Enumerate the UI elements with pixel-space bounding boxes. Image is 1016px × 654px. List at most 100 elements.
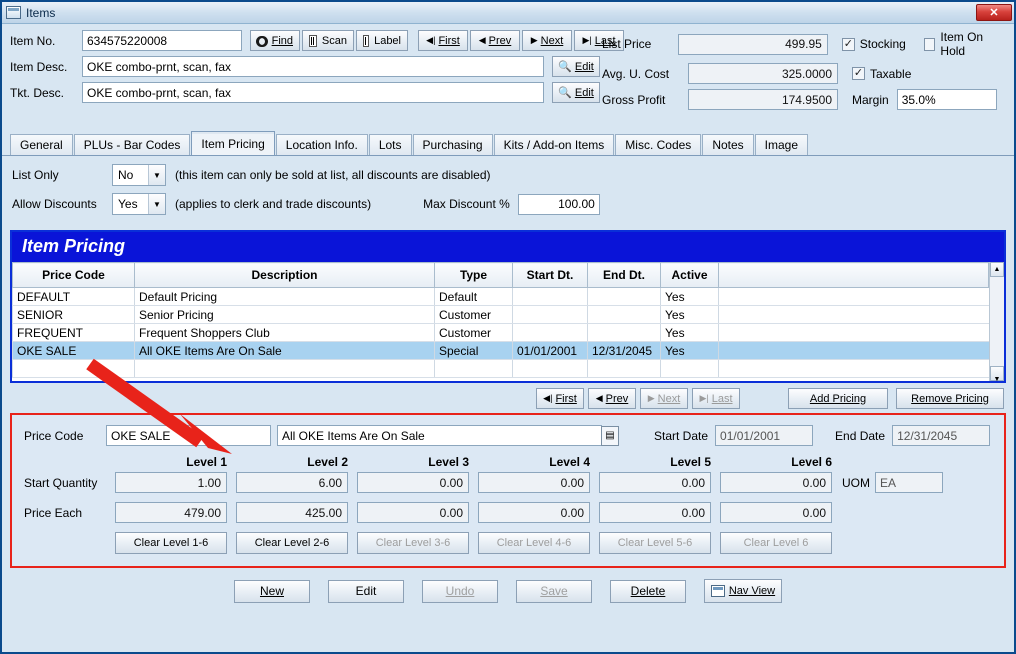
grid-first-button[interactable]: ◀| First xyxy=(536,388,584,409)
cell-blank xyxy=(718,287,989,306)
price-each-level-5[interactable] xyxy=(599,502,711,523)
clear-level-2-6-button[interactable]: Clear Level 2-6 xyxy=(236,532,348,554)
col-price-code[interactable]: Price Code xyxy=(12,262,135,288)
col-active[interactable]: Active xyxy=(660,262,719,288)
chevron-down-icon[interactable]: ▼ xyxy=(148,165,165,185)
new-button[interactable]: New xyxy=(234,579,310,603)
taxable-checkbox[interactable]: ✓ xyxy=(852,67,865,80)
gross-profit-input[interactable] xyxy=(688,89,838,110)
price-each-level-6[interactable] xyxy=(720,502,832,523)
clear-level-3-6-button[interactable]: Clear Level 3-6 xyxy=(357,532,469,554)
start-qty-level-1[interactable] xyxy=(115,472,227,493)
item-on-hold-checkbox[interactable] xyxy=(923,37,936,51)
grid-prev-button[interactable]: ◀ Prev xyxy=(588,388,636,409)
start-date-label: Start Date xyxy=(654,428,709,443)
lookup-icon[interactable]: ▤ xyxy=(601,425,619,446)
start-qty-level-3[interactable] xyxy=(357,472,469,493)
grid-next-button[interactable]: ▶ Next xyxy=(640,388,688,409)
item-desc-input[interactable] xyxy=(82,56,544,77)
scroll-up-icon[interactable]: ▲ xyxy=(990,262,1004,277)
start-qty-level-2[interactable] xyxy=(236,472,348,493)
tab-kits-addon-items[interactable]: Kits / Add-on Items xyxy=(493,134,615,155)
grid-last-button[interactable]: ▶| Last xyxy=(692,388,740,409)
tab-image[interactable]: Image xyxy=(754,134,809,155)
price-each-level-1[interactable] xyxy=(115,502,227,523)
stocking-checkbox[interactable]: ✓ xyxy=(841,37,855,51)
detail-price-code-desc-input[interactable] xyxy=(277,425,602,446)
table-row[interactable]: OKE SALE All OKE Items Are On Sale Speci… xyxy=(12,341,989,360)
start-qty-level-4[interactable] xyxy=(478,472,590,493)
col-start-dt[interactable]: Start Dt. xyxy=(512,262,588,288)
nav-view-button[interactable]: Nav View xyxy=(704,579,782,603)
avg-cost-input[interactable] xyxy=(688,63,838,84)
prev-record-button[interactable]: ◀ Prev xyxy=(470,30,520,51)
undo-button[interactable]: Undo xyxy=(422,579,498,603)
tab-general[interactable]: General xyxy=(10,134,73,155)
find-button[interactable]: Find xyxy=(250,30,300,51)
taxable-checkbox-row[interactable]: ✓ Taxable xyxy=(852,67,911,81)
col-type[interactable]: Type xyxy=(434,262,513,288)
item-on-hold-checkbox-row[interactable]: Item On Hold xyxy=(923,30,1002,58)
edit-tkt-desc-button[interactable]: 🔍 Edit xyxy=(552,82,600,103)
tab-plus-bar-codes[interactable]: PLUs - Bar Codes xyxy=(73,134,191,155)
close-icon[interactable]: ✕ xyxy=(976,4,1012,21)
scanner-icon xyxy=(309,34,317,47)
allow-discounts-value: Yes xyxy=(118,197,138,211)
delete-button[interactable]: Delete xyxy=(610,579,686,603)
table-row[interactable]: SENIOR Senior Pricing Customer Yes xyxy=(12,305,989,324)
margin-input[interactable] xyxy=(896,89,997,110)
price-each-level-2[interactable] xyxy=(236,502,348,523)
tab-item-pricing[interactable]: Item Pricing xyxy=(191,131,275,155)
col-blank[interactable] xyxy=(718,262,989,288)
tab-lots[interactable]: Lots xyxy=(368,134,412,155)
delete-label: Delete xyxy=(630,584,666,598)
table-row[interactable]: FREQUENT Frequent Shoppers Club Customer… xyxy=(12,323,989,342)
col-end-dt[interactable]: End Dt. xyxy=(587,262,661,288)
start-qty-level-6[interactable] xyxy=(720,472,832,493)
add-pricing-button[interactable]: Add Pricing xyxy=(788,388,888,409)
tab-location-info[interactable]: Location Info. xyxy=(275,134,368,155)
label-button[interactable]: Label xyxy=(356,30,408,51)
detail-price-code-input[interactable] xyxy=(106,425,271,446)
clear-level-5-6-button[interactable]: Clear Level 5-6 xyxy=(599,532,711,554)
edit-button[interactable]: Edit xyxy=(328,579,404,603)
clear-level-4-6-button[interactable]: Clear Level 4-6 xyxy=(478,532,590,554)
items-window: Items ✕ Item No. Find Scan Label ◀|First… xyxy=(0,0,1016,654)
tkt-desc-input[interactable] xyxy=(82,82,544,103)
next-record-button[interactable]: ▶ Next xyxy=(522,30,572,51)
remove-pricing-button[interactable]: Remove Pricing xyxy=(896,388,1004,409)
tab-purchasing[interactable]: Purchasing xyxy=(412,134,493,155)
cell-end: 12/31/2045 xyxy=(587,341,661,360)
grid-prev-label: Prev xyxy=(605,392,629,405)
table-row[interactable]: DEFAULT Default Pricing Default Yes xyxy=(12,287,989,306)
uom-input[interactable] xyxy=(875,472,943,493)
max-discount-input[interactable] xyxy=(517,193,600,215)
save-button[interactable]: Save xyxy=(516,579,592,603)
item-no-input[interactable] xyxy=(82,30,242,51)
price-each-level-4[interactable] xyxy=(478,502,590,523)
allow-discounts-select[interactable]: Yes ▼ xyxy=(112,193,166,215)
list-only-select[interactable]: No ▼ xyxy=(112,164,166,186)
edit-item-desc-button[interactable]: 🔍 Edit xyxy=(552,56,600,77)
item-pricing-grid-panel: Item Pricing Price Code Description Type… xyxy=(10,230,1006,383)
price-each-level-3[interactable] xyxy=(357,502,469,523)
cell-price-code: SENIOR xyxy=(12,305,135,324)
tab-misc-codes[interactable]: Misc. Codes xyxy=(615,134,702,155)
grid-vertical-scrollbar[interactable]: ▲ ▼ xyxy=(989,262,1004,383)
stocking-checkbox-row[interactable]: ✓ Stocking xyxy=(841,37,906,51)
col-description[interactable]: Description xyxy=(134,262,435,288)
binoculars-icon xyxy=(255,35,268,47)
scroll-down-icon[interactable]: ▼ xyxy=(990,366,1004,383)
start-qty-level-5[interactable] xyxy=(599,472,711,493)
clear-level-6-button[interactable]: Clear Level 6 xyxy=(720,532,832,554)
start-date-input[interactable] xyxy=(715,425,814,446)
list-price-input[interactable] xyxy=(677,33,828,55)
clear-level-1-6-button[interactable]: Clear Level 1-6 xyxy=(115,532,227,554)
end-date-input[interactable] xyxy=(892,425,991,446)
scan-button[interactable]: Scan xyxy=(302,30,354,51)
gross-profit-row: Gross Profit Margin xyxy=(602,89,1002,110)
cell-active: Yes xyxy=(660,305,719,324)
chevron-down-icon-2[interactable]: ▼ xyxy=(148,194,165,214)
first-record-button[interactable]: ◀| First xyxy=(418,30,468,51)
tab-notes[interactable]: Notes xyxy=(702,134,754,155)
